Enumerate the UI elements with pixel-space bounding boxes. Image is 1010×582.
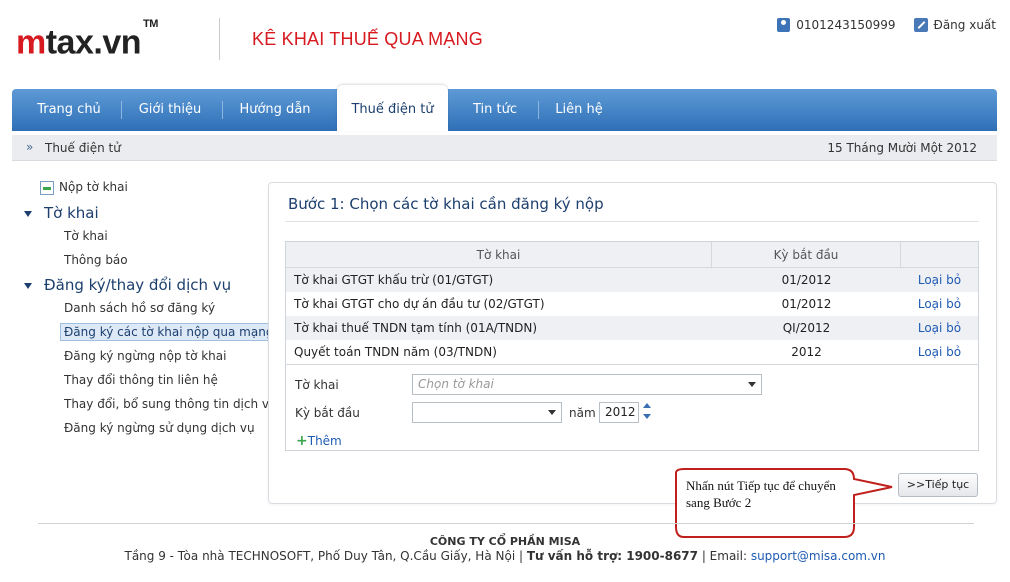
- sidebar-item-thong-bao[interactable]: Thông báo: [64, 253, 128, 267]
- arrow-up-icon[interactable]: [643, 403, 651, 408]
- document-add-icon: [40, 180, 54, 195]
- sidebar-section-dang-ky[interactable]: Đăng ký/thay đổi dịch vụ: [24, 276, 231, 294]
- declarations-table: Tờ khai Kỳ bắt đầu Tờ khai GTGT khấu trừ…: [285, 241, 979, 451]
- column-header-to-khai: Tờ khai: [286, 242, 712, 267]
- footer-divider: [38, 523, 974, 524]
- column-header-action: [901, 242, 978, 267]
- footer-email-label: | Email:: [698, 549, 751, 563]
- sidebar-item-thay-doi-lien-he[interactable]: Thay đổi thông tin liên hệ: [64, 373, 218, 387]
- sidebar-item-ngung-nop[interactable]: Đăng ký ngừng nộp tờ khai: [64, 349, 226, 363]
- cell-name: Tờ khai GTGT cho dự án đầu tư (02/GTGT): [294, 297, 545, 311]
- footer-email-link[interactable]: support@misa.com.vn: [751, 549, 886, 563]
- logo[interactable]: mtax.vn TM: [16, 18, 158, 62]
- cell-period: 01/2012: [781, 273, 832, 287]
- nav-item-gioi-thieu[interactable]: Giới thiệu: [130, 89, 210, 131]
- year-stepper[interactable]: [642, 401, 652, 423]
- user-id[interactable]: 0101243150999: [796, 18, 895, 32]
- cell-period: 2012: [791, 345, 822, 359]
- triangle-down-icon: [24, 282, 32, 289]
- logo-m: m: [16, 23, 46, 62]
- header: mtax.vn TM KÊ KHAI THUẾ QUA MẠNG 01012431…: [0, 0, 1010, 86]
- app-title: KÊ KHAI THUẾ QUA MẠNG: [252, 29, 483, 49]
- nav-divider: [222, 101, 223, 119]
- nav-item-lien-he[interactable]: Liên hệ: [548, 89, 610, 131]
- logout-icon[interactable]: [913, 18, 928, 32]
- sidebar-item-ngung-dich-vu[interactable]: Đăng ký ngừng sử dụng dịch vụ: [64, 421, 255, 435]
- breadcrumb-current: Thuế điện tử: [45, 141, 121, 155]
- to-khai-select[interactable]: Chọn tờ khai: [412, 374, 762, 395]
- page: mtax.vn TM KÊ KHAI THUẾ QUA MẠNG 01012431…: [0, 0, 1010, 582]
- sidebar-item-thay-doi-dich-vu[interactable]: Thay đổi, bổ sung thông tin dịch vụ: [64, 397, 277, 411]
- add-button[interactable]: +Thêm: [296, 433, 342, 449]
- sidebar-section-to-khai[interactable]: Tờ khai: [24, 204, 99, 222]
- nav-item-trang-chu[interactable]: Trang chủ: [26, 89, 112, 131]
- add-declaration-form: Tờ khai Chọn tờ khai Kỳ bắt đầu năm 2012…: [286, 364, 978, 450]
- sidebar-section-title: Tờ khai: [44, 204, 99, 222]
- nam-label: năm: [569, 406, 596, 420]
- next-button[interactable]: >>Tiếp tục: [898, 473, 978, 497]
- year-input[interactable]: 2012: [599, 402, 639, 423]
- remove-link[interactable]: Loại bỏ: [901, 316, 978, 340]
- ky-bat-dau-label: Kỳ bắt đầu: [295, 406, 360, 420]
- to-khai-label: Tờ khai: [295, 378, 339, 392]
- logo-tm: TM: [143, 18, 158, 30]
- footer-hotline: Tư vấn hỗ trợ: 1900-8677: [526, 549, 698, 563]
- divider: [285, 221, 979, 222]
- cell-period: 01/2012: [781, 297, 832, 311]
- cell-name: Quyết toán TNDN năm (03/TNDN): [294, 345, 497, 359]
- logo-text: tax.vn: [45, 23, 142, 62]
- user-area: 0101243150999 Đăng xuất: [777, 18, 996, 32]
- main-nav: Trang chủ Giới thiệu Hướng dẫn Thuế điện…: [12, 85, 997, 131]
- panel-title: Bước 1: Chọn các tờ khai cần đăng ký nộp: [288, 195, 604, 213]
- cell-name: Tờ khai GTGT khấu trừ (01/GTGT): [294, 273, 494, 287]
- sidebar-item-danh-sach[interactable]: Danh sách hồ sơ đăng ký: [64, 301, 215, 315]
- current-date: 15 Tháng Mười Một 2012: [827, 141, 977, 155]
- nav-divider: [121, 101, 122, 119]
- user-icon: [777, 18, 791, 32]
- callout-text: Nhấn nút Tiếp tục để chuyển sang Bước 2: [686, 478, 836, 510]
- sidebar-item-dang-ky-to-khai[interactable]: Đăng ký các tờ khai nộp qua mạng: [60, 323, 278, 341]
- header-divider: [219, 18, 220, 60]
- plus-icon: +: [296, 433, 308, 449]
- cell-period: QI/2012: [782, 321, 831, 335]
- chevron-down-icon: [748, 382, 756, 387]
- nav-divider: [538, 101, 539, 119]
- ky-bat-dau-select[interactable]: [412, 402, 562, 423]
- triangle-down-icon: [24, 210, 32, 217]
- arrow-down-icon[interactable]: [643, 414, 651, 419]
- remove-link[interactable]: Loại bỏ: [901, 268, 978, 292]
- remove-link[interactable]: Loại bỏ: [901, 340, 978, 364]
- breadcrumb: » Thuế điện tử 15 Tháng Mười Một 2012: [12, 135, 997, 161]
- nav-item-thue-dien-tu[interactable]: Thuế điện tử: [337, 85, 448, 131]
- sidebar-item-to-khai[interactable]: Tờ khai: [64, 229, 108, 243]
- footer-address: Tầng 9 - Tòa nhà TECHNOSOFT, Phố Duy Tân…: [124, 549, 527, 563]
- table-row: Tờ khai GTGT khấu trừ (01/GTGT) 01/2012 …: [286, 268, 978, 292]
- to-khai-placeholder: Chọn tờ khai: [418, 377, 494, 391]
- footer-info: Tầng 9 - Tòa nhà TECHNOSOFT, Phố Duy Tân…: [0, 549, 1010, 563]
- sidebar-item-label: Nộp tờ khai: [59, 180, 128, 194]
- logout-link[interactable]: Đăng xuất: [934, 18, 996, 32]
- sidebar-section-title: Đăng ký/thay đổi dịch vụ: [44, 276, 232, 294]
- footer-company: CÔNG TY CỔ PHẦN MISA: [429, 535, 581, 548]
- nav-item-huong-dan[interactable]: Hướng dẫn: [232, 89, 318, 131]
- column-header-ky-bat-dau: Kỳ bắt đầu: [712, 242, 901, 267]
- table-header: Tờ khai Kỳ bắt đầu: [286, 242, 978, 268]
- sidebar-item-nop-to-khai[interactable]: Nộp tờ khai: [40, 180, 128, 195]
- step-panel: Bước 1: Chọn các tờ khai cần đăng ký nộp…: [268, 182, 997, 504]
- table-row: Tờ khai thuế TNDN tạm tính (01A/TNDN) QI…: [286, 316, 978, 340]
- remove-link[interactable]: Loại bỏ: [901, 292, 978, 316]
- chevron-down-icon: [548, 410, 556, 415]
- cell-name: Tờ khai thuế TNDN tạm tính (01A/TNDN): [294, 321, 538, 335]
- add-label: Thêm: [307, 434, 342, 448]
- table-row: Tờ khai GTGT cho dự án đầu tư (02/GTGT) …: [286, 292, 978, 316]
- table-row: Quyết toán TNDN năm (03/TNDN) 2012 Loại …: [286, 340, 978, 364]
- nav-item-tin-tuc[interactable]: Tin tức: [464, 89, 526, 131]
- double-chevron-right-icon: »: [26, 140, 34, 154]
